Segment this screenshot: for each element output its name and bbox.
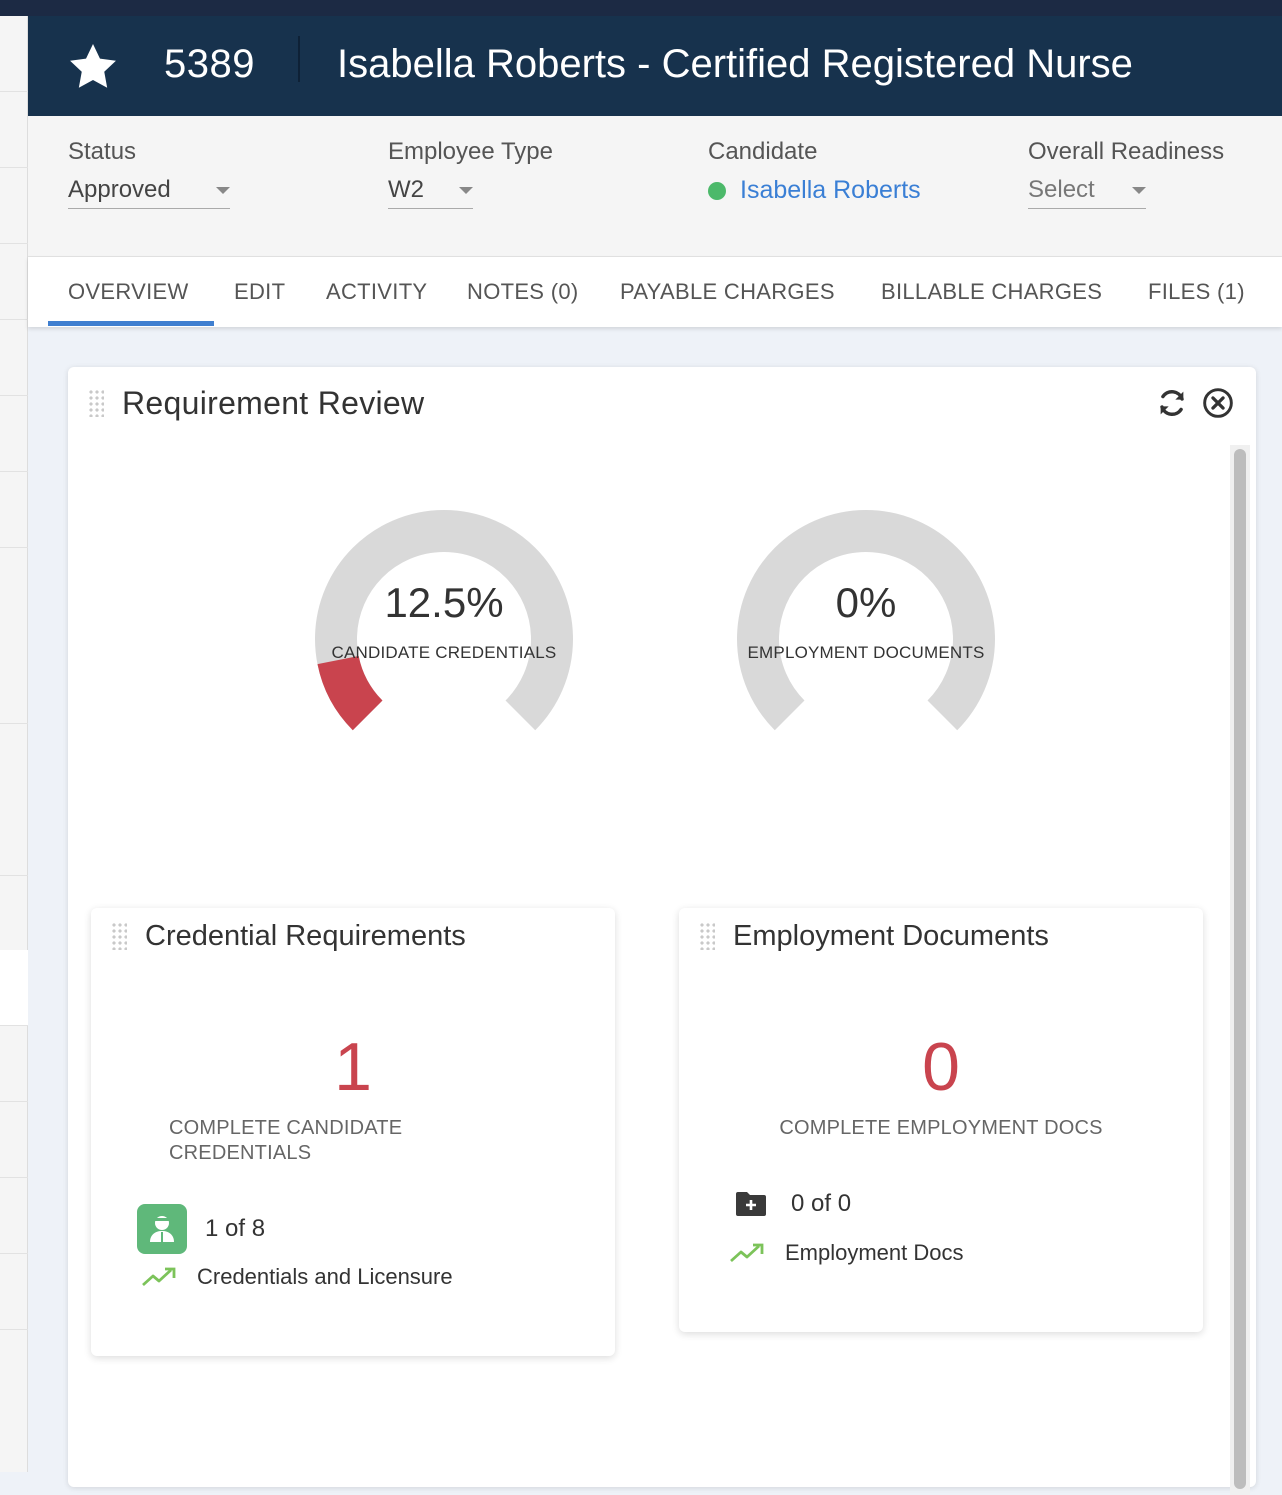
trend-row[interactable]: Employment Docs	[729, 1240, 964, 1266]
gauge-label: CANDIDATE CREDENTIALS	[331, 643, 557, 662]
status-dot-icon	[708, 181, 726, 200]
info-bar: Status Approved Employee Type W2 Candida…	[28, 116, 1282, 257]
card-caption: COMPLETE CANDIDATE CREDENTIALS	[169, 1116, 402, 1166]
favorite-star-icon[interactable]	[66, 40, 120, 94]
candidate-link[interactable]: Isabella Roberts	[708, 176, 921, 205]
credential-requirements-card: Credential Requirements 1 COMPLETE CANDI…	[91, 908, 615, 1356]
gauge-value: 12.5%	[384, 579, 504, 626]
employee-type-value: W2	[388, 176, 424, 203]
user-badge-icon	[137, 1204, 187, 1254]
status-field: Status Approved	[68, 138, 230, 209]
scrollbar-thumb[interactable]	[1234, 449, 1246, 1489]
stat-row: 0 of 0	[735, 1190, 851, 1218]
rail-row[interactable]	[0, 16, 28, 92]
tab-edit[interactable]: EDIT	[234, 279, 285, 305]
drag-handle-icon[interactable]	[111, 922, 127, 950]
left-rail	[0, 16, 28, 1472]
rail-row[interactable]	[0, 244, 28, 320]
overall-readiness-label: Overall Readiness	[1028, 138, 1225, 165]
rail-row[interactable]	[0, 1102, 28, 1178]
status-select[interactable]: Approved	[68, 176, 230, 209]
employment-documents-card: Employment Documents 0 COMPLETE EMPLOYME…	[679, 908, 1203, 1332]
chevron-down-icon	[459, 186, 473, 194]
stat-count: 0 of 0	[791, 1190, 852, 1217]
chevron-down-icon	[1132, 186, 1146, 194]
gauge-fill	[317, 655, 383, 731]
drag-handle-icon[interactable]	[88, 389, 104, 417]
rail-row[interactable]	[0, 92, 28, 168]
panel-title: Requirement Review	[122, 385, 425, 421]
candidate-name: Isabella Roberts	[740, 176, 921, 204]
drag-handle-icon[interactable]	[699, 922, 715, 950]
caption-line: COMPLETE CANDIDATE	[169, 1117, 403, 1139]
chevron-down-icon	[216, 186, 230, 194]
tab-files[interactable]: FILES (1)	[1148, 279, 1245, 305]
rail-row[interactable]	[0, 396, 28, 472]
folder-plus-icon	[736, 1192, 766, 1216]
rail-row-active[interactable]	[0, 950, 28, 1026]
employee-type-select[interactable]: W2	[388, 176, 473, 209]
tab-overview[interactable]: OVERVIEW	[68, 279, 189, 305]
refresh-icon[interactable]	[1156, 387, 1188, 419]
record-id: 5389	[164, 42, 255, 86]
trend-up-icon	[142, 1267, 176, 1287]
complete-count: 0	[922, 1029, 960, 1105]
tab-billable-charges[interactable]: BILLABLE CHARGES	[881, 279, 1102, 305]
rail-row[interactable]	[0, 648, 28, 724]
employee-type-field: Employee Type W2	[388, 138, 553, 209]
candidate-label: Candidate	[708, 138, 818, 165]
close-circle-icon[interactable]	[1202, 387, 1234, 419]
candidate-field: Candidate Isabella Roberts	[708, 138, 921, 205]
card-caption: COMPLETE EMPLOYMENT DOCS	[779, 1117, 1103, 1139]
stat-count: 1 of 8	[205, 1215, 266, 1242]
scrollbar[interactable]	[1230, 445, 1250, 1495]
employee-type-label: Employee Type	[388, 138, 553, 165]
gauge-chart	[315, 510, 573, 731]
tab-notes[interactable]: NOTES (0)	[467, 279, 579, 305]
top-strip	[0, 0, 1282, 16]
rail-row[interactable]	[0, 472, 28, 548]
employment-documents-gauge: 0% EMPLOYMENT DOCUMENTS	[716, 497, 1016, 757]
trend-up-icon	[730, 1243, 764, 1263]
overall-readiness-field: Overall Readiness Select	[1028, 138, 1224, 209]
record-header: 5389 Isabella Roberts - Certified Regist…	[28, 16, 1282, 116]
card-title: Employment Documents	[733, 920, 1049, 952]
gauge-label: EMPLOYMENT DOCUMENTS	[747, 643, 985, 662]
trend-row[interactable]: Credentials and Licensure	[141, 1264, 453, 1290]
caption-line: CREDENTIALS	[169, 1142, 312, 1164]
rail-row[interactable]	[0, 168, 28, 244]
status-label: Status	[68, 138, 137, 165]
overall-readiness-select[interactable]: Select	[1028, 176, 1146, 209]
trend-label: Credentials and Licensure	[197, 1264, 453, 1289]
rail-row[interactable]	[0, 320, 28, 396]
tab-activity[interactable]: ACTIVITY	[326, 279, 427, 305]
stat-row: 1 of 8	[137, 1204, 265, 1254]
trend-label: Employment Docs	[785, 1240, 964, 1265]
complete-count: 1	[334, 1029, 372, 1105]
gauge-chart	[737, 510, 995, 731]
card-title: Credential Requirements	[145, 920, 466, 952]
rail-row[interactable]	[0, 1254, 28, 1330]
rail-row[interactable]	[0, 1026, 28, 1102]
rail-row[interactable]	[0, 800, 28, 876]
tab-payable-charges[interactable]: PAYABLE CHARGES	[620, 279, 835, 305]
rail-row[interactable]	[0, 1178, 28, 1254]
header-divider	[298, 36, 300, 82]
gauge-value: 0%	[835, 579, 897, 626]
requirement-review-panel: Requirement Review 12.5% CANDIDATE CREDE…	[68, 367, 1256, 1495]
active-tab-indicator	[48, 321, 214, 326]
status-value: Approved	[68, 176, 171, 203]
page-title: Isabella Roberts - Certified Registered …	[337, 42, 1133, 86]
candidate-credentials-gauge: 12.5% CANDIDATE CREDENTIALS	[294, 497, 594, 757]
overall-readiness-value: Select	[1028, 176, 1095, 203]
tab-bar: OVERVIEW EDIT ACTIVITY NOTES (0) PAYABLE…	[28, 257, 1282, 327]
